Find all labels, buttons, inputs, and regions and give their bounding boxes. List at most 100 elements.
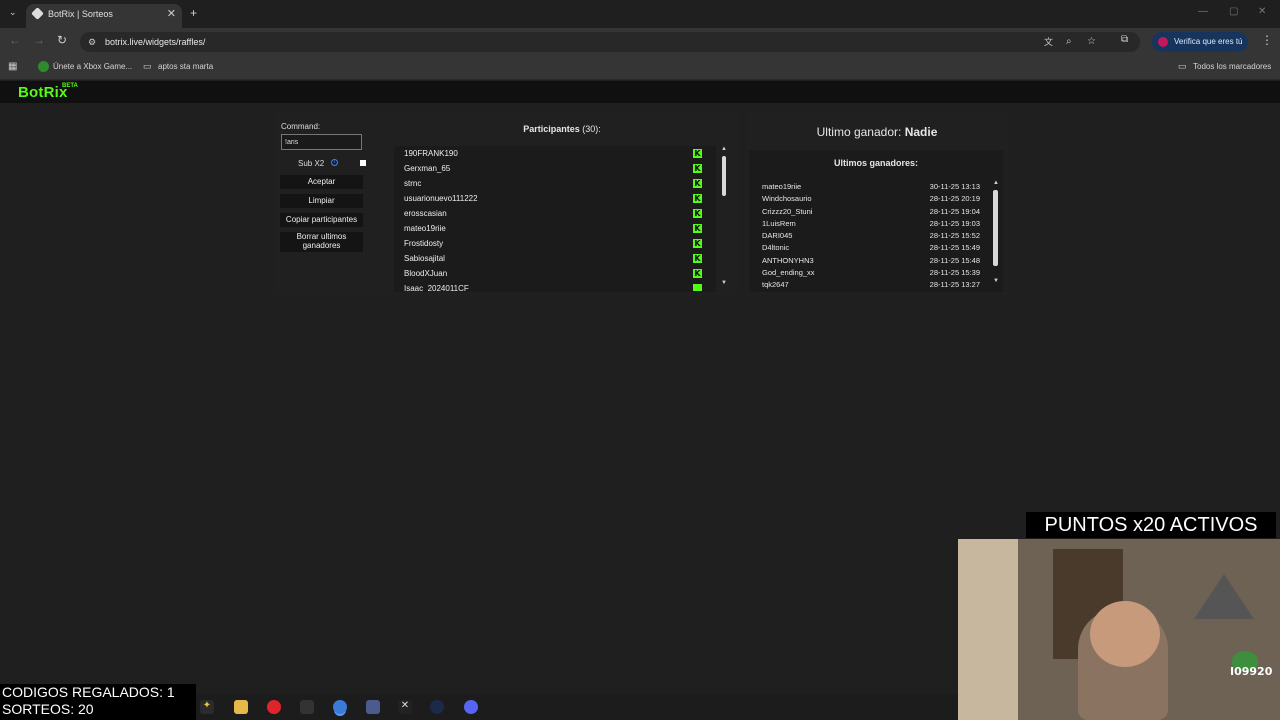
clear-button[interactable]: Limpiar <box>280 194 363 208</box>
participants-count: (30): <box>582 124 601 134</box>
stream-stats: CODIGOS REGALADOS: 1 SORTEOS: 20 <box>0 684 196 720</box>
bookmark-xbox[interactable]: Únete a Xbox Game... <box>53 62 132 71</box>
chrome-icon[interactable] <box>333 700 347 714</box>
kick-icon: K <box>693 149 702 158</box>
site-info-icon[interactable]: ⚙ <box>88 32 96 52</box>
participants-scrollbar[interactable]: ▲ ▼ <box>719 146 729 292</box>
copy-participants-button[interactable]: Copiar participantes <box>280 213 363 227</box>
apps-grid-icon[interactable]: ▦ <box>8 61 17 72</box>
new-tab-button[interactable]: + <box>190 6 197 20</box>
list-item: BloodXJuan <box>404 269 448 278</box>
list-item: Sabiosajital <box>404 254 445 263</box>
tab-title: BotRix | Sorteos <box>48 9 113 19</box>
zoom-icon[interactable]: ⌕ <box>1066 32 1072 52</box>
discord-icon[interactable] <box>464 700 478 714</box>
tab-search-chevron-icon[interactable]: ⌄ <box>9 7 17 18</box>
page-header <box>0 81 1280 103</box>
menu-kebab-icon[interactable]: ⋮ <box>1261 33 1273 47</box>
reload-icon[interactable]: ↻ <box>57 33 67 47</box>
epic-games-icon[interactable]: ✕ <box>398 700 412 714</box>
winner-name: Crizzz20_Stuni <box>762 207 813 216</box>
list-item: mateo19riie <box>404 224 446 233</box>
address-bar[interactable]: ⚙ botrix.live/widgets/raffles/ 文 ⌕ ☆ <box>80 32 1140 52</box>
table-row: ANTHONYHN3 28-11-25 15:48 <box>762 256 980 268</box>
minimize-window-icon[interactable]: — <box>1198 6 1208 17</box>
participants-label: Participantes <box>523 124 580 134</box>
winner-name: mateo19riie <box>762 182 802 191</box>
browser-tab[interactable]: BotRix | Sorteos ✕ <box>26 4 182 28</box>
bookmark-star-icon[interactable]: ☆ <box>1087 32 1096 52</box>
winners-scrollbar[interactable]: ▲ ▼ <box>991 180 1001 288</box>
kick-icon: K <box>693 194 702 203</box>
info-icon[interactable]: i <box>331 159 338 166</box>
webcam-feed: I09920 <box>958 539 1280 720</box>
kick-icon <box>693 284 702 291</box>
stream-badge: I09920 <box>1230 665 1273 678</box>
beta-badge: BETA <box>62 83 78 89</box>
forward-icon[interactable]: → <box>33 33 45 47</box>
winner-date: 30-11-25 13:13 <box>929 182 980 191</box>
bookmark-aptos[interactable]: aptos sta marta <box>158 62 213 71</box>
scroll-thumb[interactable] <box>722 156 726 196</box>
table-row: 1LuisRem 28-11-25 19:03 <box>762 219 980 231</box>
winner-date: 28-11-25 15:39 <box>929 268 980 277</box>
botrix-logo[interactable]: BotRix <box>18 84 68 101</box>
winner-name: ANTHONYHN3 <box>762 256 814 265</box>
xbox-icon <box>38 61 49 72</box>
last-winner-label: Ultimo ganador: <box>816 125 902 139</box>
scroll-up-icon[interactable]: ▲ <box>993 180 999 186</box>
list-item: erosscasian <box>404 209 447 218</box>
winner-date: 28-11-25 15:52 <box>929 231 980 240</box>
copilot-icon[interactable]: ✦ <box>200 700 214 714</box>
avatar <box>1158 37 1168 47</box>
participants-list[interactable]: 190FRANK190 Gerxman_65 strnc usuarionuev… <box>394 146 716 292</box>
kick-icon: K <box>693 179 702 188</box>
scroll-thumb[interactable] <box>993 190 998 266</box>
table-row: Crizzz20_Stuni 28-11-25 19:04 <box>762 207 980 219</box>
winner-name: D4ltonic <box>762 243 790 252</box>
list-item: Isaac_2024011CF <box>404 284 469 292</box>
folder-icon: ▭ <box>1178 61 1187 71</box>
profile-verify-button[interactable]: Verifica que eres tú <box>1152 32 1248 52</box>
winner-date: 28-11-25 19:04 <box>929 207 980 216</box>
accept-button[interactable]: Aceptar <box>280 175 363 189</box>
url-text: botrix.live/widgets/raffles/ <box>105 37 206 47</box>
translate-icon[interactable]: 文 <box>1044 32 1053 52</box>
winner-date: 28-11-25 13:27 <box>929 280 980 289</box>
webcam-lamp <box>1194 574 1254 619</box>
command-input[interactable] <box>281 134 362 150</box>
winner-date: 28-11-25 20:19 <box>929 194 980 203</box>
app-icon[interactable] <box>300 700 314 714</box>
winner-date: 28-11-25 19:03 <box>929 219 980 228</box>
kick-icon: K <box>693 164 702 173</box>
scroll-down-icon[interactable]: ▼ <box>993 278 999 284</box>
verify-label: Verifica que eres tú <box>1174 37 1243 46</box>
winner-date: 28-11-25 15:48 <box>929 256 980 265</box>
file-explorer-icon[interactable] <box>234 700 248 714</box>
table-row: D4ltonic 28-11-25 15:49 <box>762 243 980 255</box>
sub-x2-checkbox[interactable] <box>360 160 366 166</box>
participants-title: Participantes (30): <box>392 124 732 134</box>
scroll-up-icon[interactable]: ▲ <box>721 146 727 152</box>
winner-name: tqk2647 <box>762 280 789 289</box>
steam-icon[interactable] <box>430 700 444 714</box>
delete-last-winners-button[interactable]: Borrar ultimos ganadores <box>280 232 363 252</box>
points-banner: PUNTOS x20 ACTIVOS <box>1026 512 1276 538</box>
opera-icon[interactable] <box>267 700 281 714</box>
webcam-face <box>1090 601 1160 667</box>
back-icon[interactable]: ← <box>9 33 21 47</box>
list-item: Frostidosty <box>404 239 444 248</box>
close-window-icon[interactable]: ✕ <box>1258 6 1266 17</box>
maximize-window-icon[interactable]: ▢ <box>1229 6 1238 17</box>
app-icon[interactable] <box>366 700 380 714</box>
sub-x2-label: Sub X2 <box>298 159 325 168</box>
kick-icon: K <box>693 254 702 263</box>
command-label: Command: <box>281 122 321 131</box>
all-bookmarks[interactable]: Todos los marcadores <box>1193 62 1271 71</box>
scroll-down-icon[interactable]: ▼ <box>721 280 727 286</box>
webcam-wall <box>958 539 1018 720</box>
close-tab-icon[interactable]: ✕ <box>167 4 176 24</box>
botrix-favicon-icon <box>31 7 44 20</box>
kick-icon: K <box>693 209 702 218</box>
extensions-icon[interactable]: ⧉ <box>1121 34 1128 45</box>
